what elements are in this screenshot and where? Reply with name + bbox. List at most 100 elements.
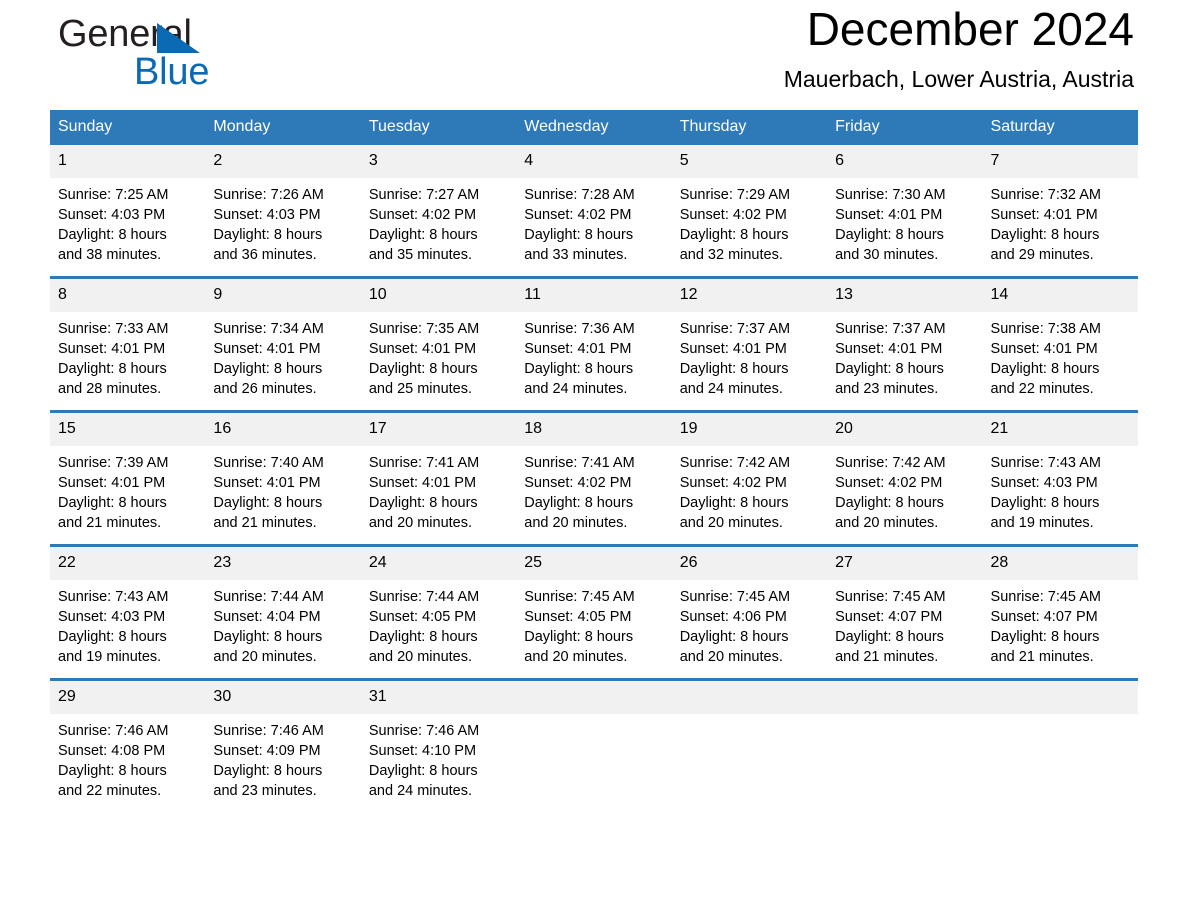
brand-name-blue: Blue	[134, 51, 210, 93]
day-cell-inner: 8 Sunrise: 7:33 AM Sunset: 4:01 PM Daylight…	[50, 279, 206, 410]
calendar-day-cell[interactable]: 12 Sunrise: 7:37 AM Sunset: 4:01 PM Dayligh…	[671, 276, 828, 412]
sunset-time: Sunset: 4:01 PM	[524, 341, 632, 357]
sunrise-time: Sunrise: 7:41 AM	[524, 455, 635, 471]
daylight-duration-line2: and 21 minutes.	[213, 515, 317, 531]
day-cell-inner: 30 Sunrise: 7:46 AM Sunset: 4:09 PM Dayligh…	[205, 681, 361, 812]
day-cell-inner: 21 Sunrise: 7:43 AM Sunset: 4:03 PM Dayligh…	[982, 413, 1138, 544]
day-cell-inner: 29 Sunrise: 7:46 AM Sunset: 4:08 PM Dayligh…	[50, 681, 206, 812]
calendar-day-cell[interactable]: 11 Sunrise: 7:36 AM Sunset: 4:01 PM Dayligh…	[516, 276, 672, 412]
daylight-duration-line2: and 21 minutes.	[990, 649, 1094, 665]
calendar-day-cell[interactable]: 5 Sunrise: 7:29 AM Sunset: 4:02 PM Daylight…	[671, 145, 828, 278]
day-details: Sunrise: 7:42 AM Sunset: 4:02 PM Daylight:…	[827, 446, 982, 533]
sunset-time: Sunset: 4:03 PM	[990, 475, 1098, 491]
daylight-duration-line2: and 22 minutes.	[990, 381, 1094, 397]
sunrise-time: Sunrise: 7:39 AM	[58, 455, 169, 471]
calendar-day-cell[interactable]: 27 Sunrise: 7:45 AM Sunset: 4:07 PM Dayligh…	[827, 544, 983, 680]
calendar-day-cell[interactable]: 15 Sunrise: 7:39 AM Sunset: 4:01 PM Dayligh…	[50, 410, 206, 546]
daylight-duration-line1: Daylight: 8 hours	[368, 763, 478, 779]
daylight-duration-line2: and 29 minutes.	[990, 247, 1094, 263]
calendar-day-cell[interactable]: 4 Sunrise: 7:28 AM Sunset: 4:02 PM Daylight…	[516, 145, 672, 278]
calendar-day-cell[interactable]: 22 Sunrise: 7:43 AM Sunset: 4:03 PM Dayligh…	[50, 544, 206, 680]
day-number	[671, 681, 828, 714]
calendar-day-cell[interactable]: 7 Sunrise: 7:32 AM Sunset: 4:01 PM Daylight…	[982, 145, 1138, 278]
day-number: 6	[827, 145, 983, 178]
day-cell-inner: 25 Sunrise: 7:45 AM Sunset: 4:05 PM Dayligh…	[516, 547, 672, 678]
calendar-day-cell[interactable]: 21 Sunrise: 7:43 AM Sunset: 4:03 PM Dayligh…	[982, 410, 1138, 546]
day-cell-inner	[671, 681, 828, 812]
sunset-time: Sunset: 4:02 PM	[368, 207, 477, 223]
calendar-day-cell[interactable]: 13 Sunrise: 7:37 AM Sunset: 4:01 PM Dayligh…	[827, 276, 983, 412]
daylight-duration-line1: Daylight: 8 hours	[524, 629, 634, 645]
calendar-day-cell[interactable]: 30 Sunrise: 7:46 AM Sunset: 4:09 PM Dayligh…	[205, 678, 361, 812]
daylight-duration-line2: and 20 minutes.	[524, 649, 628, 665]
calendar-day-cell[interactable]: 24 Sunrise: 7:44 AM Sunset: 4:05 PM Dayligh…	[360, 544, 517, 680]
calendar-day-cell[interactable]: 14 Sunrise: 7:38 AM Sunset: 4:01 PM Dayligh…	[982, 276, 1138, 412]
day-number: 22	[50, 547, 206, 580]
calendar-day-cell[interactable]: 26 Sunrise: 7:45 AM Sunset: 4:06 PM Dayligh…	[671, 544, 828, 680]
day-details	[672, 714, 827, 721]
calendar-day-cell[interactable]: 19 Sunrise: 7:42 AM Sunset: 4:02 PM Dayligh…	[671, 410, 828, 546]
calendar-day-cell[interactable]: 6 Sunrise: 7:30 AM Sunset: 4:01 PM Daylight…	[827, 145, 983, 278]
page-title: December 2024	[806, 3, 1134, 55]
sunset-time: Sunset: 4:01 PM	[58, 341, 166, 357]
calendar-day-cell[interactable]: 20 Sunrise: 7:42 AM Sunset: 4:02 PM Dayligh…	[827, 410, 983, 546]
calendar-empty-cell	[671, 678, 828, 812]
day-number: 31	[360, 681, 517, 714]
daylight-duration-line1: Daylight: 8 hours	[835, 629, 944, 645]
calendar-empty-cell	[516, 678, 672, 812]
sunset-time: Sunset: 4:01 PM	[990, 207, 1098, 223]
calendar-day-cell[interactable]: 3 Sunrise: 7:27 AM Sunset: 4:02 PM Daylight…	[360, 145, 517, 278]
calendar-day-cell[interactable]: 1 Sunrise: 7:25 AM Sunset: 4:03 PM Daylight…	[50, 145, 206, 278]
day-cell-inner: 2 Sunrise: 7:26 AM Sunset: 4:03 PM Daylight…	[205, 145, 361, 276]
sunrise-time: Sunrise: 7:44 AM	[368, 589, 480, 605]
sunrise-time: Sunrise: 7:42 AM	[679, 455, 791, 471]
daylight-duration-line2: and 20 minutes.	[368, 515, 473, 531]
weekday-header-friday: Friday	[827, 110, 983, 145]
day-details: Sunrise: 7:45 AM Sunset: 4:07 PM Daylight:…	[827, 580, 982, 667]
day-details: Sunrise: 7:45 AM Sunset: 4:05 PM Daylight:…	[516, 580, 671, 667]
daylight-duration-line2: and 26 minutes.	[213, 381, 317, 397]
daylight-duration-line2: and 20 minutes.	[679, 649, 783, 665]
day-details: Sunrise: 7:33 AM Sunset: 4:01 PM Daylight:…	[50, 312, 205, 399]
calendar-day-cell[interactable]: 16 Sunrise: 7:40 AM Sunset: 4:01 PM Dayligh…	[205, 410, 361, 546]
sunset-time: Sunset: 4:02 PM	[679, 475, 787, 491]
sunset-time: Sunset: 4:02 PM	[524, 475, 632, 491]
day-details: Sunrise: 7:35 AM Sunset: 4:01 PM Daylight:…	[361, 312, 516, 399]
sunset-time: Sunset: 4:01 PM	[990, 341, 1098, 357]
day-number: 24	[360, 547, 517, 580]
day-details: Sunrise: 7:44 AM Sunset: 4:04 PM Daylight:…	[205, 580, 360, 667]
day-details: Sunrise: 7:29 AM Sunset: 4:02 PM Daylight:…	[672, 178, 827, 265]
sunrise-time: Sunrise: 7:45 AM	[679, 589, 791, 605]
calendar-day-cell[interactable]: 31 Sunrise: 7:46 AM Sunset: 4:10 PM Dayligh…	[360, 678, 517, 812]
day-cell-inner: 16 Sunrise: 7:40 AM Sunset: 4:01 PM Dayligh…	[205, 413, 361, 544]
calendar-page: General Blue December 2024 Mauerbach, Lo…	[0, 0, 1188, 918]
day-cell-inner: 13 Sunrise: 7:37 AM Sunset: 4:01 PM Dayligh…	[827, 279, 983, 410]
calendar-day-cell[interactable]: 17 Sunrise: 7:41 AM Sunset: 4:01 PM Dayligh…	[360, 410, 517, 546]
calendar-day-cell[interactable]: 2 Sunrise: 7:26 AM Sunset: 4:03 PM Daylight…	[205, 145, 361, 278]
day-number: 10	[360, 279, 517, 312]
sunset-time: Sunset: 4:05 PM	[524, 609, 632, 625]
calendar-day-cell[interactable]: 25 Sunrise: 7:45 AM Sunset: 4:05 PM Dayligh…	[516, 544, 672, 680]
calendar-week-row: 15 Sunrise: 7:39 AM Sunset: 4:01 PM Dayligh…	[50, 410, 1138, 546]
daylight-duration-line1: Daylight: 8 hours	[368, 361, 478, 377]
calendar-day-cell[interactable]: 9 Sunrise: 7:34 AM Sunset: 4:01 PM Daylight…	[205, 276, 361, 412]
sunrise-time: Sunrise: 7:41 AM	[368, 455, 480, 471]
calendar-day-cell[interactable]: 18 Sunrise: 7:41 AM Sunset: 4:02 PM Dayligh…	[516, 410, 672, 546]
calendar-day-cell[interactable]: 10 Sunrise: 7:35 AM Sunset: 4:01 PM Dayligh…	[360, 276, 517, 412]
calendar-day-cell[interactable]: 29 Sunrise: 7:46 AM Sunset: 4:08 PM Dayligh…	[50, 678, 206, 812]
daylight-duration-line2: and 25 minutes.	[368, 381, 473, 397]
page-header: General Blue December 2024 Mauerbach, Lo…	[50, 0, 1138, 110]
calendar-day-cell[interactable]: 8 Sunrise: 7:33 AM Sunset: 4:01 PM Daylight…	[50, 276, 206, 412]
day-cell-inner: 5 Sunrise: 7:29 AM Sunset: 4:02 PM Daylight…	[671, 145, 828, 276]
day-cell-inner: 9 Sunrise: 7:34 AM Sunset: 4:01 PM Daylight…	[205, 279, 361, 410]
sunset-time: Sunset: 4:01 PM	[679, 341, 787, 357]
general-blue-logo[interactable]: General Blue	[58, 12, 338, 98]
calendar-empty-cell	[982, 678, 1138, 812]
sunrise-time: Sunrise: 7:43 AM	[990, 455, 1101, 471]
daylight-duration-line1: Daylight: 8 hours	[58, 361, 167, 377]
calendar-day-cell[interactable]: 28 Sunrise: 7:45 AM Sunset: 4:07 PM Dayligh…	[982, 544, 1138, 680]
day-number: 7	[982, 145, 1138, 178]
day-number: 28	[982, 547, 1138, 580]
calendar-day-cell[interactable]: 23 Sunrise: 7:44 AM Sunset: 4:04 PM Dayligh…	[205, 544, 361, 680]
day-details: Sunrise: 7:42 AM Sunset: 4:02 PM Daylight:…	[672, 446, 827, 533]
